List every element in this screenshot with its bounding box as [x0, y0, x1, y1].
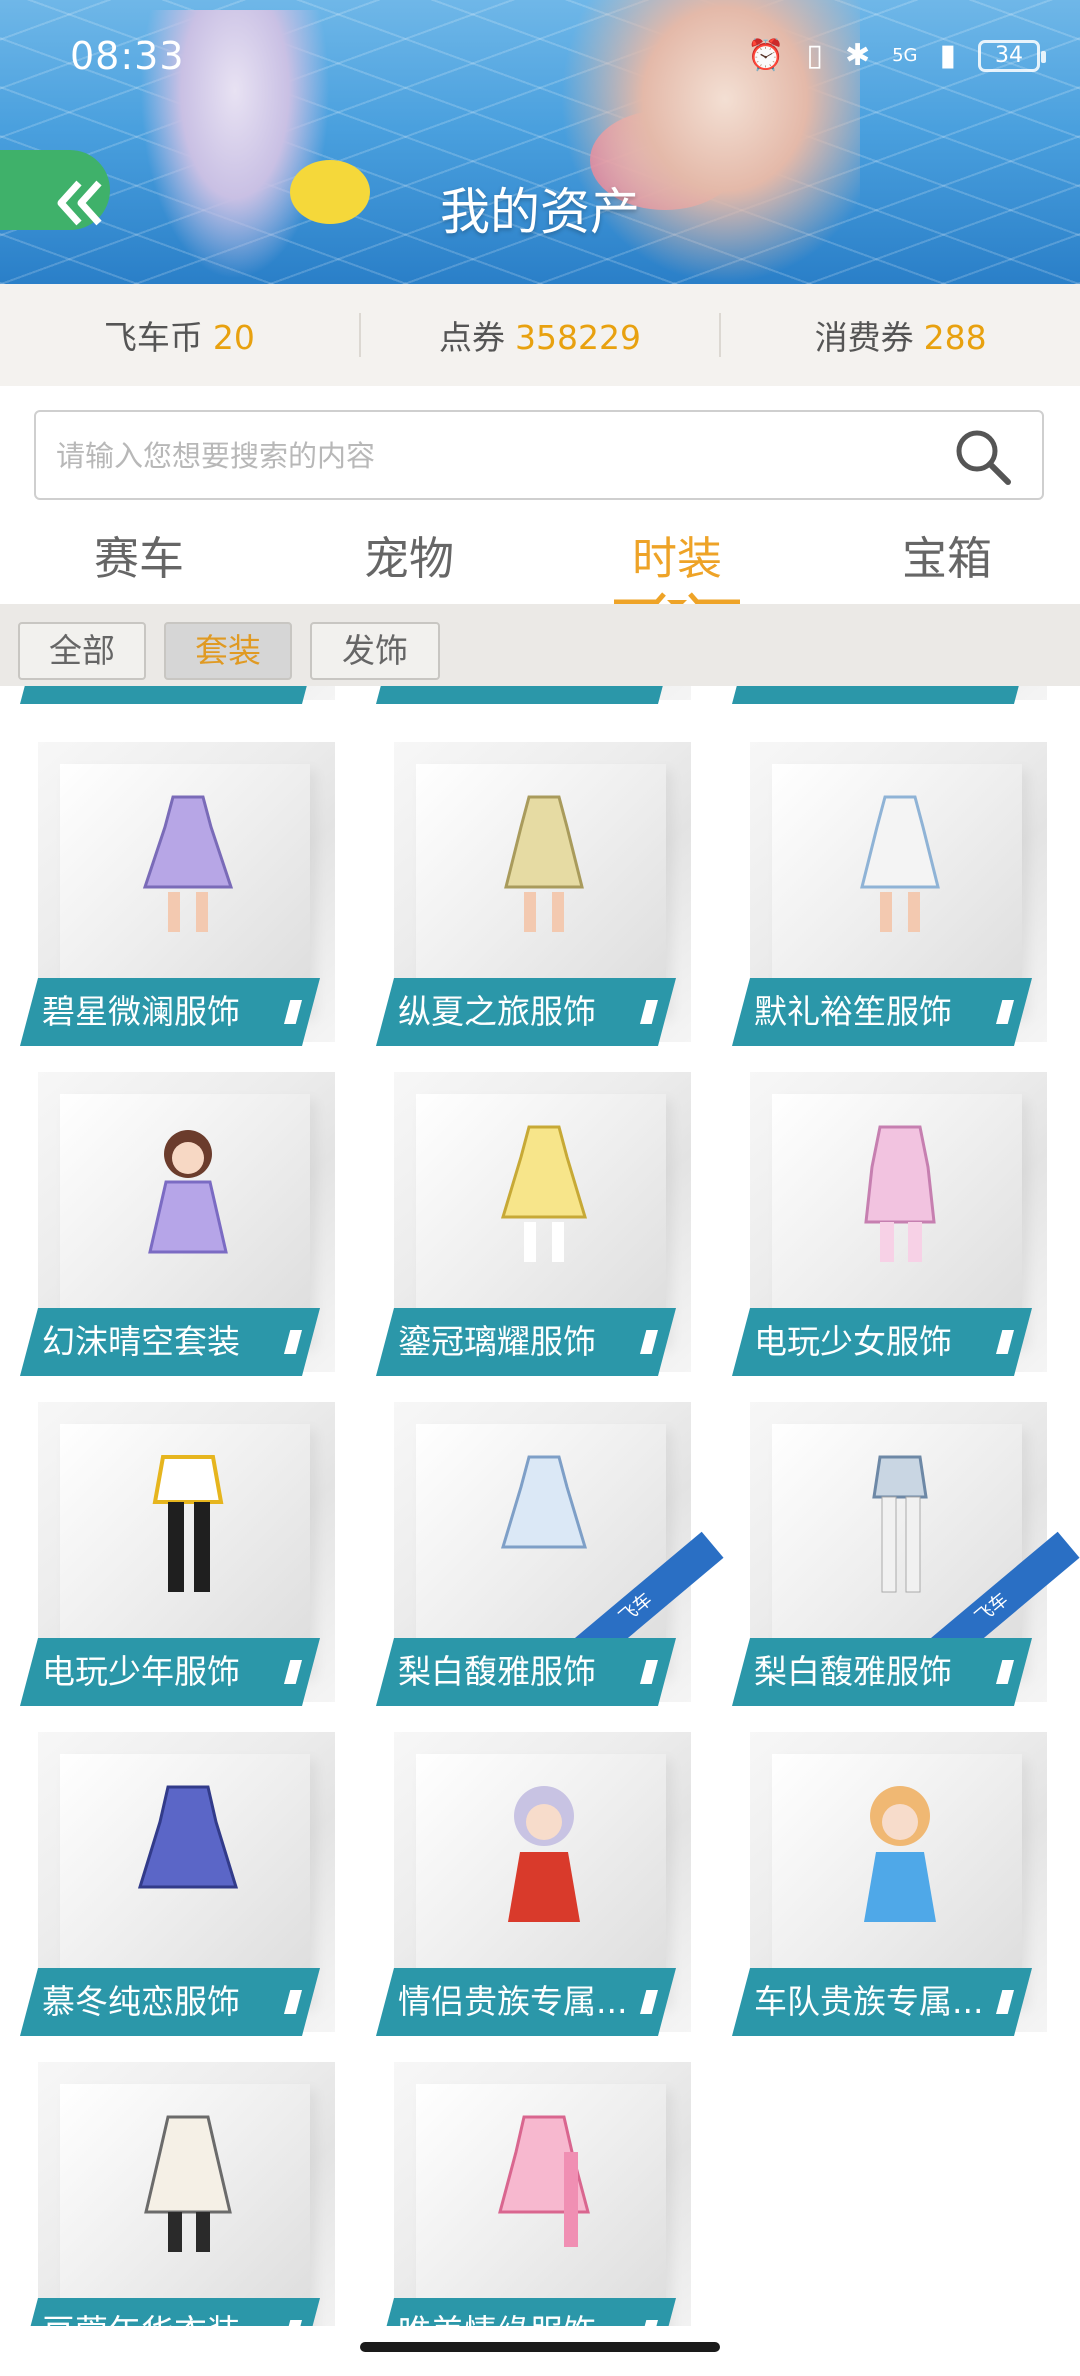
battery-icon: 34 [978, 39, 1046, 72]
filter-bar: 全部 套装 发饰 [0, 604, 1080, 686]
item-card[interactable]: 车队贵族专属... [732, 1732, 1047, 2037]
item-name: 默礼裕笙服饰 [732, 978, 1032, 1046]
outfit-icon [152, 1455, 224, 1592]
item-card[interactable]: 电玩少年服饰 [20, 1402, 335, 1707]
status-bar: 08:33 ⏰ ▯ ✱ 5G ▮ 34 [0, 0, 1080, 110]
item-name: 电玩少年服饰 [20, 1638, 320, 1706]
search-input[interactable] [54, 412, 938, 500]
currency-label: 飞车币 [103, 318, 203, 357]
currency-xiaofeiquan: 消费券 288 [721, 311, 1080, 359]
item-card[interactable]: 默礼裕笙服饰 [732, 742, 1047, 1047]
outfit-icon [138, 1785, 238, 1889]
search-icon[interactable] [954, 428, 1012, 486]
alarm-icon: ⏰ [747, 38, 785, 73]
item-card[interactable]: 鎏冠璃耀服饰 [376, 1072, 691, 1377]
category-tabs: 赛车 宠物 时装 宝箱 [0, 508, 1080, 610]
outfit-icon [144, 2115, 232, 2252]
item-name: 豆蔻年华衣装 [20, 2298, 320, 2326]
item-name: 梨白馥雅服饰 [376, 1638, 676, 1706]
currency-value: 358229 [515, 318, 641, 357]
currency-value: 288 [923, 318, 987, 357]
filter-suit[interactable]: 套装 [164, 622, 292, 680]
status-icons: ⏰ ▯ ✱ 5G ▮ 34 [747, 38, 1046, 73]
item-card[interactable]: 豆蔻年华衣装 [20, 2062, 335, 2326]
item-card[interactable]: 情侣贵族专属... [376, 1732, 691, 2037]
item-name: 夜月流星服饰 [376, 686, 676, 704]
item-card[interactable]: 碧星微澜服饰 [20, 742, 335, 1047]
item-name: 盛夏之约服饰 [732, 686, 1032, 704]
item-name: 慕冬纯恋服饰 [20, 1968, 320, 2036]
outfit-icon [500, 1455, 588, 1549]
item-card[interactable]: 电玩少女服饰 [732, 1072, 1047, 1377]
currency-label: 消费券 [814, 318, 914, 357]
item-grid: 猫咖男仆服饰 夜月流星服饰 盛夏之约服饰 碧星微澜服饰 纵夏之旅服饰 [0, 686, 1080, 2326]
item-card[interactable]: 盛夏之约服饰 [732, 686, 1047, 705]
page-title: 我的资产 [440, 183, 640, 241]
currency-label: 点券 [439, 318, 506, 357]
tab-race-car[interactable]: 赛车 [94, 522, 184, 587]
outfit-icon [872, 1455, 928, 1593]
vibrate-icon: ▯ [806, 38, 823, 73]
home-indicator[interactable] [360, 2342, 720, 2352]
item-name: 梨白馥雅服饰 [732, 1638, 1032, 1706]
currency-feichebi: 飞车币 20 [0, 311, 359, 359]
tab-treasure-box[interactable]: 宝箱 [902, 522, 992, 587]
currency-value: 20 [212, 318, 255, 357]
item-card[interactable]: 慕冬纯恋服饰 [20, 1732, 335, 2037]
outfit-icon [864, 1125, 936, 1262]
item-card[interactable]: 纵夏之旅服饰 [376, 742, 691, 1047]
item-name: 唯美情缘服饰 [376, 2298, 676, 2326]
item-name: 幻沫晴空套装 [20, 1308, 320, 1376]
item-name: 碧星微澜服饰 [20, 978, 320, 1046]
currency-dianquan: 点券 358229 [361, 311, 720, 359]
outfit-icon [500, 1125, 588, 1262]
currency-bar: 飞车币 20 点券 358229 消费券 288 [0, 284, 1080, 386]
item-card[interactable]: 飞车 梨白馥雅服饰 [732, 1402, 1080, 1707]
item-card[interactable]: 夜月流星服饰 [376, 686, 691, 705]
outfit-icon [860, 795, 940, 932]
outfit-icon [504, 795, 584, 932]
bluetooth-icon: ✱ [844, 38, 871, 73]
item-card[interactable]: 唯美情缘服饰 [376, 2062, 691, 2326]
filter-all[interactable]: 全部 [18, 622, 146, 680]
character-icon [508, 1786, 580, 1922]
status-time: 08:33 [70, 34, 185, 78]
character-icon [864, 1786, 936, 1922]
filter-hair-accessory[interactable]: 发饰 [310, 622, 440, 680]
item-card[interactable]: 猫咖男仆服饰 [20, 686, 335, 705]
item-card[interactable]: 幻沫晴空套装 [20, 1072, 335, 1377]
network-label: 5G [892, 45, 918, 66]
item-name: 电玩少女服饰 [732, 1308, 1032, 1376]
signal-icon: ▮ [939, 38, 956, 73]
item-name: 猫咖男仆服饰 [20, 686, 320, 704]
tab-pet[interactable]: 宠物 [364, 522, 454, 587]
outfit-icon [142, 795, 234, 932]
header-banner: 08:33 ⏰ ▯ ✱ 5G ▮ 34 我的资产 [0, 0, 1080, 284]
item-name: 鎏冠璃耀服饰 [376, 1308, 676, 1376]
item-name: 纵夏之旅服饰 [376, 978, 676, 1046]
search-box [34, 410, 1044, 500]
item-card[interactable]: 飞车 梨白馥雅服饰 [376, 1402, 724, 1707]
item-name: 车队贵族专属... [732, 1968, 1032, 2036]
character-icon [148, 1130, 228, 1254]
tab-fashion[interactable]: 时装 [632, 522, 722, 587]
outfit-icon [498, 2115, 590, 2247]
item-name: 情侣贵族专属... [376, 1968, 676, 2036]
